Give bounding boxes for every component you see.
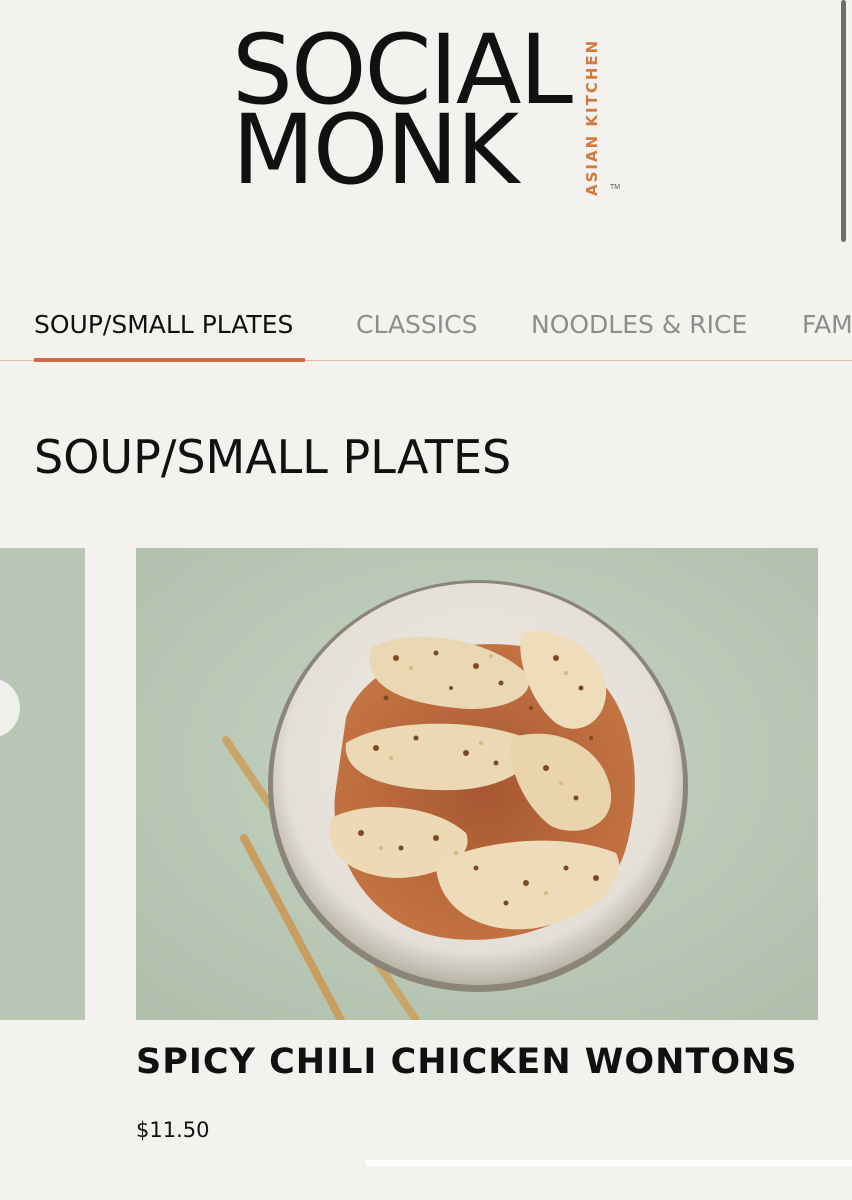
active-tab-indicator — [34, 358, 305, 362]
logo-line-2: MONK — [232, 94, 519, 206]
wonton-plate-photo-icon — [136, 548, 818, 1020]
previous-item-image — [0, 678, 20, 738]
category-tabs: SOUP/SMALL PLATES CLASSICS NOODLES & RIC… — [0, 296, 852, 366]
item-name[interactable]: SPICY CHILI CHICKEN WONTONS — [136, 1042, 798, 1082]
brand-logo[interactable]: SOCIAL MONK ASIAN KITCHEN TM — [0, 0, 852, 240]
tab-family[interactable]: FAM — [802, 310, 852, 339]
tab-noodles-rice[interactable]: NOODLES & RICE — [531, 310, 747, 339]
tab-soup-small-plates[interactable]: SOUP/SMALL PLATES — [34, 310, 293, 339]
logo-tagline: ASIAN KITCHEN — [583, 38, 601, 196]
bottom-divider — [366, 1160, 852, 1166]
previous-item-card[interactable] — [0, 548, 85, 1020]
section-title: SOUP/SMALL PLATES — [34, 430, 512, 484]
item-image[interactable] — [136, 548, 818, 1020]
item-price: $11.50 — [136, 1118, 210, 1142]
logo-trademark: TM — [610, 184, 621, 191]
tab-classics[interactable]: CLASSICS — [356, 310, 478, 339]
